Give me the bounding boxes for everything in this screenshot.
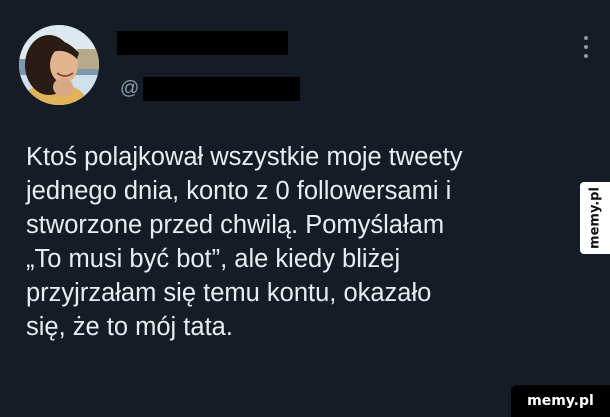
tweet-card: @ Ktoś polajkował wszystkie moje tweety … xyxy=(0,0,610,417)
more-dot-icon xyxy=(584,45,588,49)
username-row: @ xyxy=(120,77,301,101)
tweet-text-line: stworzone przed chwilą. Pomyślałam xyxy=(26,211,445,239)
avatar[interactable] xyxy=(19,25,99,105)
more-dot-icon xyxy=(584,36,588,40)
tweet-text-line: „To musi być bot”, ale kiedy bliżej xyxy=(26,245,401,273)
username-redacted xyxy=(143,77,301,101)
tweet-text: Ktoś polajkował wszystkie moje tweety je… xyxy=(26,140,586,344)
corner-watermark: memy.pl xyxy=(511,385,610,417)
side-watermark: memy.pl xyxy=(580,182,610,254)
display-name-redacted xyxy=(117,31,288,55)
username-prefix: @ xyxy=(120,78,140,99)
tweet-text-line: przyjrzałam się temu kontu, okazało xyxy=(26,279,432,307)
tweet-text-line: się, że to mój tata. xyxy=(26,313,233,341)
more-options-button[interactable] xyxy=(578,36,594,58)
more-dot-icon xyxy=(584,54,588,58)
tweet-text-line: Ktoś polajkował wszystkie moje tweety xyxy=(26,143,463,171)
side-watermark-text: memy.pl xyxy=(587,187,603,249)
tweet-text-line: jednego dnia, konto z 0 followersami i xyxy=(26,177,452,205)
corner-watermark-text: memy.pl xyxy=(527,393,594,409)
avatar-photo-icon xyxy=(19,25,99,105)
